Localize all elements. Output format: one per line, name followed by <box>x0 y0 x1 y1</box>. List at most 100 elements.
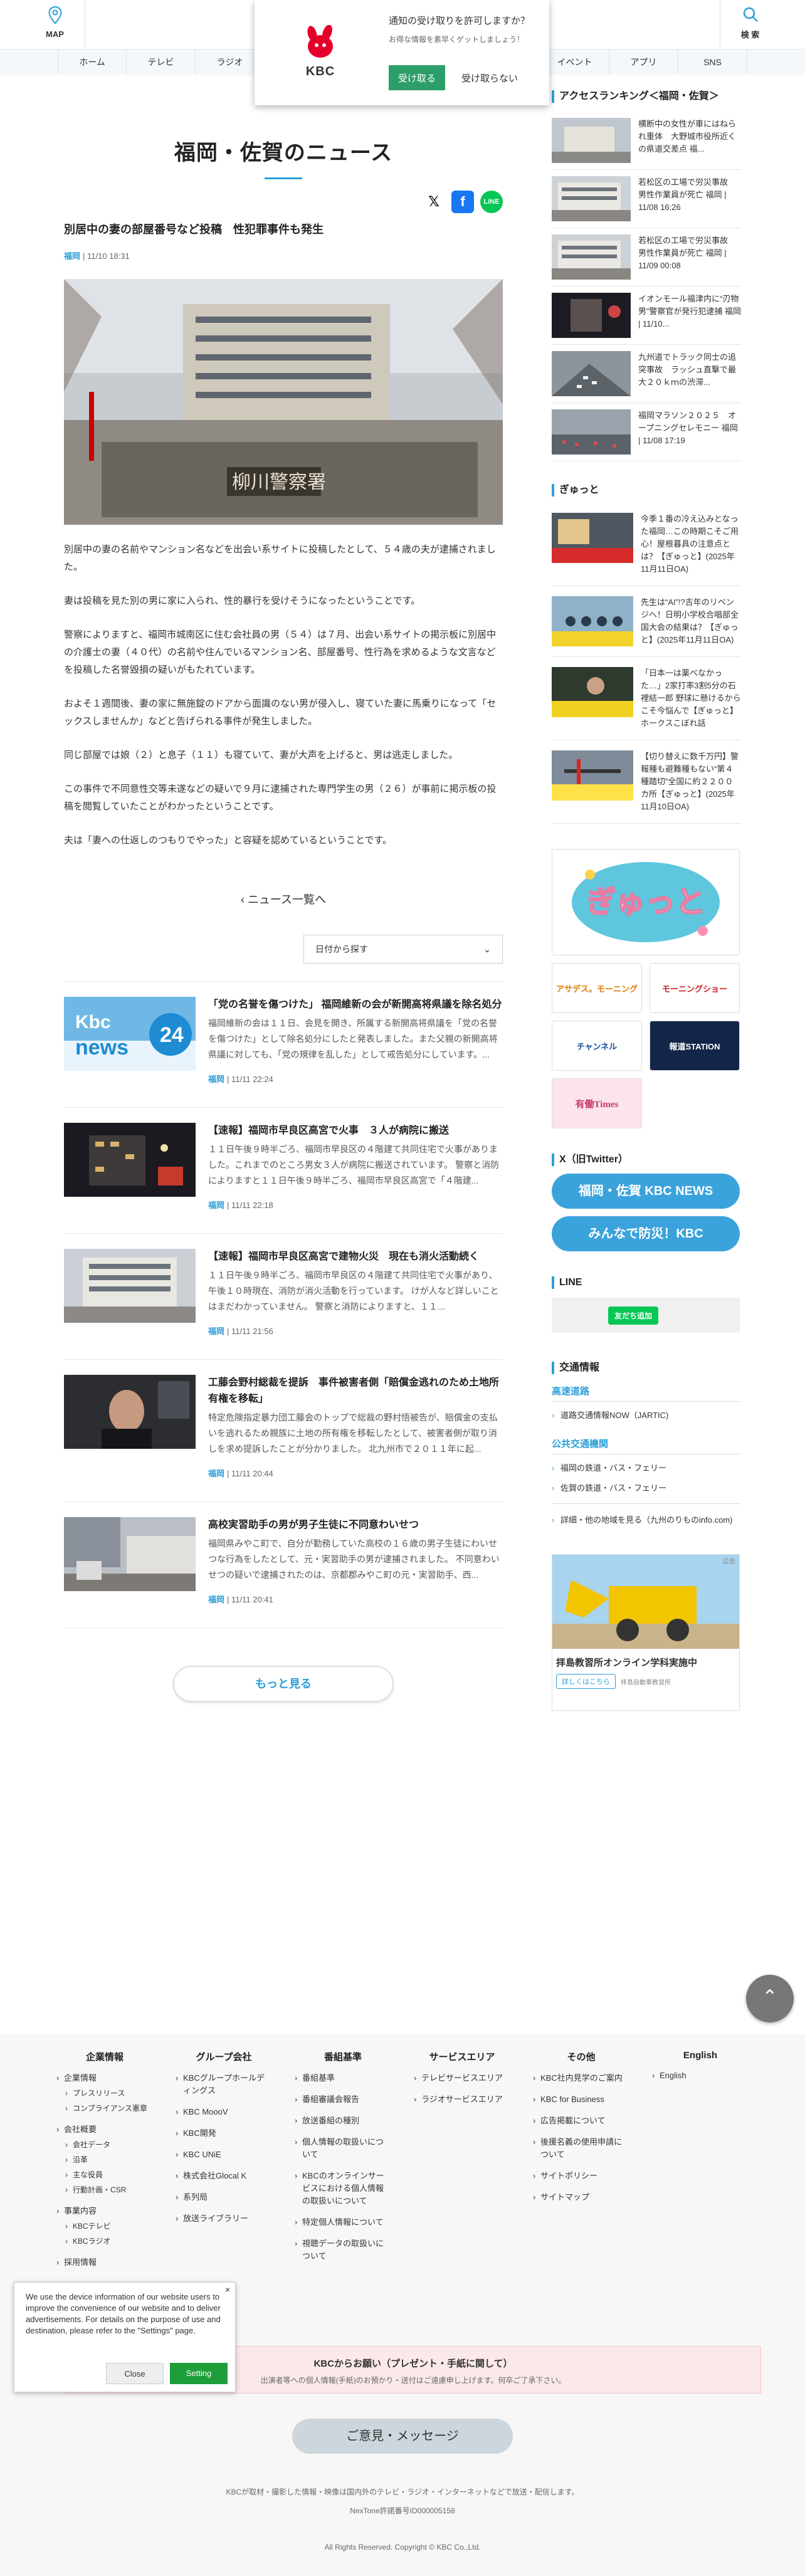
channel-banner[interactable]: チャンネル <box>552 1021 642 1071</box>
news-item[interactable]: 【速報】福岡市早良区高宮で火事 ３人が病院に搬送 １１日午後９時半ごろ、福岡市早… <box>64 1107 503 1233</box>
hodo-station-banner[interactable]: 報道STATION <box>650 1021 740 1071</box>
gyutto-thumbnail <box>552 596 633 646</box>
footer-column-title: グループ会社 <box>196 2052 252 2063</box>
deny-button[interactable]: 受け取らない <box>455 65 524 90</box>
news-item[interactable]: 【速報】福岡市早良区高宮で建物火災 現在も消火活動続く １１日午後９時半ごろ、福… <box>64 1233 503 1359</box>
news-text: １１日午後９時半ごろ、福岡市早良区の４階建て共同住宅で火事があり、午後１０時現在… <box>208 1270 499 1312</box>
footer-link[interactable]: 視聴データの取扱いについて <box>295 2237 391 2263</box>
footer-link[interactable]: KBCテレビ <box>56 2220 153 2232</box>
footer-link[interactable]: 個人情報の取扱いについて <box>295 2136 391 2161</box>
footer-link[interactable]: 放送番組の種別 <box>295 2115 391 2127</box>
cookie-close-button[interactable]: Close <box>106 2363 164 2384</box>
footer-link[interactable]: プレスリリース <box>56 2087 153 2100</box>
footer-link[interactable]: 放送ライブラリー <box>176 2212 272 2225</box>
footer-link[interactable]: 企業情報 <box>56 2072 153 2084</box>
footer-link[interactable]: 沿革 <box>56 2153 153 2166</box>
footer-link[interactable]: 会社概要 <box>56 2123 153 2136</box>
ranking-thumbnail <box>552 176 631 221</box>
footer-link[interactable]: 採用情報 <box>56 2256 153 2269</box>
footer-link[interactable]: 事業内容 <box>56 2205 153 2217</box>
search-button[interactable]: 検 索 <box>720 0 780 48</box>
opinion-button[interactable]: ご意見・メッセージ <box>292 2419 513 2454</box>
footer-link[interactable]: 番組審議会報告 <box>295 2093 391 2106</box>
footer-link[interactable]: English <box>652 2069 749 2082</box>
footer-link[interactable]: KBC UNiE <box>176 2148 272 2161</box>
footer-link[interactable]: 会社データ <box>56 2138 153 2151</box>
facebook-share-icon[interactable]: f <box>451 191 474 213</box>
ad-detail-button[interactable]: 詳しくはこちら <box>556 1674 616 1689</box>
traffic-more-link[interactable]: 詳細・他の地域を見る（九州のりものinfo.com) <box>552 1514 741 1527</box>
back-to-top-button[interactable]: ⌃ <box>746 1975 794 2022</box>
more-button[interactable]: もっと見る <box>173 1666 394 1702</box>
kbc-news-x-button[interactable]: 福岡・佐賀 KBC NEWS <box>552 1174 740 1209</box>
traffic-link[interactable]: 福岡の鉄道・バス・フェリー <box>552 1462 741 1475</box>
bousai-x-button[interactable]: みんなで防災！KBC <box>552 1216 740 1251</box>
footer-link[interactable]: KBC社内見学のご案内 <box>533 2072 629 2084</box>
ranking-item[interactable]: 福岡マラソン２０２５ オープニングセレモニー 福岡 | 11/08 17:19 <box>552 403 741 461</box>
kbc-logo: KBC <box>298 24 342 81</box>
footer-link[interactable]: KBCラジオ <box>56 2235 153 2247</box>
article-title: 別居中の妻の部屋番号など投稿 性犯罪事件も発生 <box>64 223 324 236</box>
footer-link[interactable]: 特定個人情報について <box>295 2216 391 2229</box>
footer-column-title: その他 <box>567 2052 596 2063</box>
advertisement[interactable]: 広告 拝島教習所オンライン学科実施中 詳しくはこちら 拝島自動車教習所 <box>552 1554 740 1711</box>
footer-link[interactable]: KBC MoooV <box>176 2106 272 2118</box>
footer-link[interactable]: 番組基準 <box>295 2072 391 2084</box>
ranking-item[interactable]: イオンモール福津内に“刃物男”警察官が発行犯逮捕 福岡 | 11/10... <box>552 287 741 345</box>
allow-button[interactable]: 受け取る <box>389 65 445 90</box>
footer-link[interactable]: 株式会社Glocal K <box>176 2170 272 2182</box>
gyutto-thumbnail <box>552 750 633 801</box>
article-meta: 福岡 | 11/10 18:31 <box>64 251 130 261</box>
cookie-setting-button[interactable]: Setting <box>170 2363 228 2384</box>
ranking-item[interactable]: 若松区の工場で労災事故 男性作業員が死亡 福岡 | 11/08 16:26 <box>552 170 741 228</box>
nav-tv[interactable]: テレビ <box>127 50 196 75</box>
traffic-link[interactable]: 道路交通情報NOW（JARTIC) <box>552 1409 741 1422</box>
news-thumbnail <box>64 1517 196 1591</box>
date-search-select[interactable]: 日付から探す ⌄ <box>303 935 503 964</box>
copyright: All Rights Reserved. Copyright © KBC Co.… <box>324 2543 481 2552</box>
footer-link[interactable]: ラジオサービスエリア <box>414 2093 510 2106</box>
gyutto-item[interactable]: 「日本一は薬べなかった…」2家打率3割5分の石裡結一郎 野球に懸けるからこそ今悩… <box>552 657 741 740</box>
nav-home[interactable]: ホーム <box>58 50 127 75</box>
footer-link[interactable]: 後援名義の使用申請について <box>533 2136 629 2161</box>
close-icon[interactable]: × <box>225 2284 230 2295</box>
footer-link[interactable]: KBC開発 <box>176 2127 272 2140</box>
ranking-item[interactable]: 九州道でトラック同士の追突事故 ラッシュ直撃で最大２０ｋｍの渋滞... <box>552 345 741 403</box>
ranking-item[interactable]: 若松区の工場で労災事故 男性作業員が死亡 福岡 | 11/09 00:08 <box>552 228 741 287</box>
news-item[interactable]: 24 Kbc news 「党の名誉を傷つけた」 福岡維新の会が新開高将県議を除名処分… <box>64 981 503 1107</box>
footer-link[interactable]: KBCのオンラインサービスにおける個人情報の取扱いについて <box>295 2170 391 2207</box>
footer-link[interactable]: サイトポリシー <box>533 2170 629 2182</box>
footer-link[interactable]: 主な役員 <box>56 2169 153 2181</box>
gyutto-item[interactable]: 先生は“AI”!?吉年のリベンジへ！日明小学校合唱部全国大会の結果は？【ぎゅっと… <box>552 586 741 657</box>
footer-link[interactable]: 広告掲載について <box>533 2115 629 2127</box>
nav-sns[interactable]: SNS <box>678 50 747 75</box>
morning-show-banner[interactable]: モーニングショー <box>650 963 740 1013</box>
gyutto-banner[interactable]: ぎゅっと <box>552 849 740 955</box>
footer-column-title: サービスエリア <box>429 2052 495 2063</box>
news-item[interactable]: 高校実習助手の男が男子生徒に不同意わいせつ 福岡県みやこ町で、自分が勤務していた… <box>64 1501 503 1628</box>
nav-app[interactable]: アプリ <box>609 50 678 75</box>
asadesu-banner[interactable]: アサデス。モーニング <box>552 963 642 1013</box>
footer-link[interactable]: KBC for Business <box>533 2093 629 2106</box>
footer-link[interactable]: 行動計画・CSR <box>56 2184 153 2196</box>
gyutto-item[interactable]: 【切り替えに数千万円】警報種も避難種もない“第４種踏切”全国に約２２００カ所【ぎ… <box>552 740 741 824</box>
footer-link[interactable]: サイトマップ <box>533 2191 629 2204</box>
ranking-item[interactable]: 横断中の女性が車にはねられ重体 大野城市役所近くの県道交差点 福... <box>552 112 741 170</box>
gyutto-item[interactable]: 今季１番の冷え込みとなった福岡…この時期こそご用心！屋根暮具の注意点とは？【ぎゅ… <box>552 503 741 586</box>
article-category[interactable]: 福岡 <box>64 251 80 261</box>
map-button[interactable]: MAP <box>25 0 85 48</box>
banner-row: チャンネル 報道STATION <box>552 1021 741 1071</box>
footer-link[interactable]: コンプライアンス憲章 <box>56 2102 153 2115</box>
udo-times-banner[interactable]: 有働Times <box>552 1078 642 1128</box>
nav-event[interactable]: イベント <box>540 50 609 75</box>
footer-link[interactable]: テレビサービスエリア <box>414 2072 510 2084</box>
news-item[interactable]: 工藤会野村総裁を提訴 事件被害者側「賠償金逃れのため土地所有権を移転」 特定危険… <box>64 1359 503 1501</box>
footer-link[interactable]: 系列局 <box>176 2191 272 2204</box>
x-share-icon[interactable]: 𝕏 <box>423 191 445 213</box>
line-add-friend-button[interactable]: 友だち追加 <box>608 1306 659 1325</box>
line-share-icon[interactable]: LINE <box>480 191 503 213</box>
back-to-news-list-link[interactable]: ‹ ニュース一覧へ <box>64 891 503 907</box>
footer-link[interactable]: KBCグループホールディングス <box>176 2072 272 2097</box>
traffic-link[interactable]: 佐賀の鉄道・バス・フェリー <box>552 1482 741 1495</box>
gyutto-text: 先生は“AI”!?吉年のリベンジへ！日明小学校合唱部全国大会の結果は？【ぎゅっと… <box>641 597 739 644</box>
